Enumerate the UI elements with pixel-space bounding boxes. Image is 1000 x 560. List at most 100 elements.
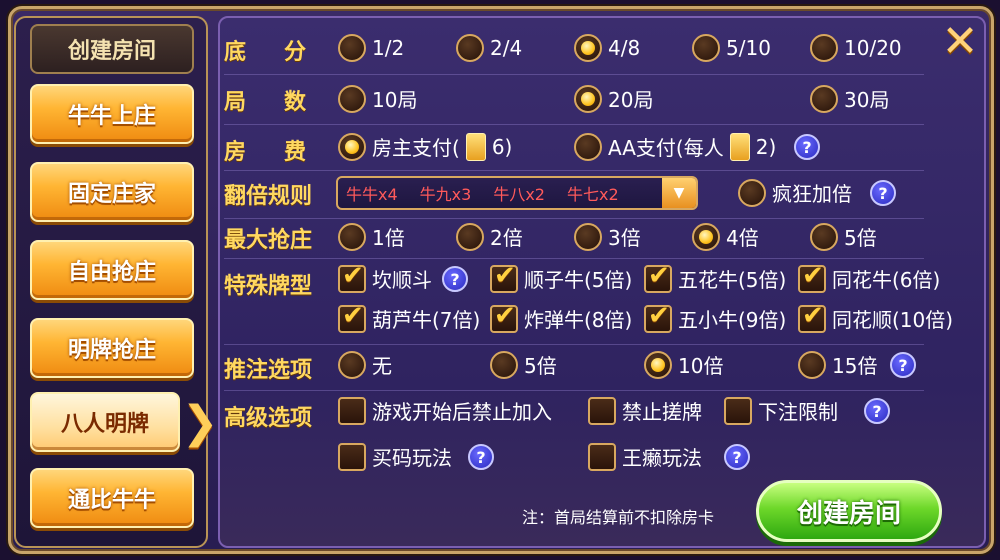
label-room-fee: 房费 bbox=[224, 140, 345, 165]
option-base-3[interactable]: 4/8 bbox=[574, 34, 640, 62]
room-card-icon bbox=[729, 132, 750, 161]
radio-selected-icon bbox=[692, 222, 720, 251]
radio-icon bbox=[490, 350, 518, 379]
option-rounds-20[interactable]: 20局 bbox=[574, 84, 653, 113]
option-push-15[interactable]: 15倍 bbox=[798, 350, 877, 379]
sidebar-title: 创建房间 bbox=[30, 24, 194, 74]
room-card-icon bbox=[465, 132, 486, 161]
option-base-1[interactable]: 1/2 bbox=[338, 34, 404, 62]
radio-icon bbox=[574, 132, 602, 161]
help-icon[interactable]: ? bbox=[794, 134, 820, 160]
checkbox-icon bbox=[724, 396, 752, 425]
help-icon[interactable]: ? bbox=[870, 180, 896, 206]
option-banker-4[interactable]: 4倍 bbox=[692, 222, 759, 251]
option-banker-2[interactable]: 2倍 bbox=[456, 222, 523, 251]
option-push-5[interactable]: 5倍 bbox=[490, 350, 557, 379]
option-push-10[interactable]: 10倍 bbox=[644, 350, 723, 379]
mode-button-eight-player[interactable]: 八人明牌 bbox=[30, 392, 180, 452]
option-banker-5[interactable]: 5倍 bbox=[810, 222, 877, 251]
radio-icon bbox=[692, 34, 720, 62]
label-rounds: 局数 bbox=[224, 90, 345, 115]
radio-selected-icon bbox=[574, 34, 602, 62]
radio-icon bbox=[338, 350, 366, 379]
checkbox-icon bbox=[588, 442, 616, 471]
option-bet-limit[interactable]: 下注限制 bbox=[724, 396, 838, 425]
row-divider bbox=[224, 390, 924, 391]
radio-icon bbox=[810, 34, 838, 62]
option-special-straight[interactable]: 顺子牛(5倍) bbox=[490, 261, 632, 293]
radio-selected-icon bbox=[574, 84, 602, 113]
option-buy-code[interactable]: 买码玩法 bbox=[338, 442, 452, 471]
label-advanced: 高级选项 bbox=[224, 406, 313, 431]
radio-icon bbox=[574, 222, 602, 251]
row-divider bbox=[224, 218, 924, 219]
radio-icon bbox=[456, 34, 484, 62]
checkbox-checked-icon bbox=[338, 301, 366, 333]
help-icon[interactable]: ? bbox=[890, 352, 916, 378]
checkbox-icon bbox=[338, 442, 366, 471]
option-banker-1[interactable]: 1倍 bbox=[338, 222, 405, 251]
radio-selected-icon bbox=[338, 132, 366, 161]
checkbox-checked-icon bbox=[798, 261, 826, 293]
radio-icon bbox=[810, 84, 838, 113]
checkbox-checked-icon bbox=[490, 261, 518, 293]
help-icon[interactable]: ? bbox=[468, 444, 494, 470]
option-special-fiveflower[interactable]: 五花牛(5倍) bbox=[644, 261, 786, 293]
option-special-kanshun[interactable]: 坎顺斗 bbox=[338, 261, 432, 293]
label-bet-push: 推注选项 bbox=[224, 358, 313, 383]
radio-icon bbox=[738, 178, 766, 207]
checkbox-checked-icon bbox=[644, 261, 672, 293]
mode-button-free-grab[interactable]: 自由抢庄 bbox=[30, 240, 194, 300]
row-divider bbox=[224, 124, 924, 125]
option-fee-owner[interactable]: 房主支付( 6) bbox=[338, 132, 512, 161]
option-special-fivesmall[interactable]: 五小牛(9倍) bbox=[644, 301, 786, 333]
close-icon[interactable]: ✕ bbox=[940, 20, 980, 64]
mode-button-open-grab[interactable]: 明牌抢庄 bbox=[30, 318, 194, 378]
create-room-button[interactable]: 创建房间 bbox=[756, 480, 942, 542]
mode-button-niuniu-banker[interactable]: 牛牛上庄 bbox=[30, 84, 194, 144]
option-crazy-double[interactable]: 疯狂加倍 bbox=[738, 178, 852, 207]
checkbox-checked-icon bbox=[338, 261, 366, 293]
mode-button-fixed-banker[interactable]: 固定庄家 bbox=[30, 162, 194, 222]
help-icon[interactable]: ? bbox=[442, 266, 468, 292]
help-icon[interactable]: ? bbox=[864, 398, 890, 424]
option-banker-3[interactable]: 3倍 bbox=[574, 222, 641, 251]
label-special-cards: 特殊牌型 bbox=[224, 274, 313, 299]
footer-note: 注：首局结算前不扣除房卡 bbox=[522, 508, 715, 527]
option-no-rub-cards[interactable]: 禁止搓牌 bbox=[588, 396, 702, 425]
option-rounds-10[interactable]: 10局 bbox=[338, 84, 417, 113]
radio-icon bbox=[810, 222, 838, 251]
row-divider bbox=[224, 258, 924, 259]
label-max-banker: 最大抢庄 bbox=[224, 228, 313, 253]
radio-icon bbox=[798, 350, 826, 379]
option-base-4[interactable]: 5/10 bbox=[692, 34, 771, 62]
checkbox-checked-icon bbox=[798, 301, 826, 333]
chevron-down-icon[interactable]: ▼ bbox=[662, 178, 696, 208]
radio-selected-icon bbox=[644, 350, 672, 379]
label-multiplier-rule: 翻倍规则 bbox=[224, 184, 313, 209]
option-no-join-after-start[interactable]: 游戏开始后禁止加入 bbox=[338, 396, 552, 425]
option-special-flush[interactable]: 同花牛(6倍) bbox=[798, 261, 940, 293]
option-wild-king[interactable]: 王癞玩法 bbox=[588, 442, 702, 471]
radio-icon bbox=[338, 84, 366, 113]
option-push-none[interactable]: 无 bbox=[338, 350, 392, 379]
mode-button-tongbi[interactable]: 通比牛牛 bbox=[30, 468, 194, 528]
multiplier-dropdown[interactable]: 牛牛x4 牛九x3 牛八x2 牛七x2 ▼ bbox=[336, 176, 698, 210]
option-base-2[interactable]: 2/4 bbox=[456, 34, 522, 62]
active-arrow-icon: ❯ bbox=[181, 396, 219, 448]
row-divider bbox=[224, 344, 924, 345]
option-fee-aa[interactable]: AA支付(每人 2) bbox=[574, 132, 776, 161]
options-panel: 底分 1/2 2/4 4/8 5/10 10/20 局数 10局 20局 30局… bbox=[218, 16, 986, 548]
option-special-straightflush[interactable]: 同花顺(10倍) bbox=[798, 301, 953, 333]
option-rounds-30[interactable]: 30局 bbox=[810, 84, 889, 113]
checkbox-icon bbox=[588, 396, 616, 425]
option-base-5[interactable]: 10/20 bbox=[810, 34, 902, 62]
help-icon[interactable]: ? bbox=[724, 444, 750, 470]
radio-icon bbox=[338, 222, 366, 251]
option-special-bomb[interactable]: 炸弹牛(8倍) bbox=[490, 301, 632, 333]
mode-sidebar: 创建房间 牛牛上庄 固定庄家 自由抢庄 明牌抢庄 八人明牌 ❯ 通比牛牛 bbox=[14, 16, 218, 548]
row-divider bbox=[224, 74, 924, 75]
option-special-fullhouse[interactable]: 葫芦牛(7倍) bbox=[338, 301, 480, 333]
checkbox-icon bbox=[338, 396, 366, 425]
radio-icon bbox=[338, 34, 366, 62]
